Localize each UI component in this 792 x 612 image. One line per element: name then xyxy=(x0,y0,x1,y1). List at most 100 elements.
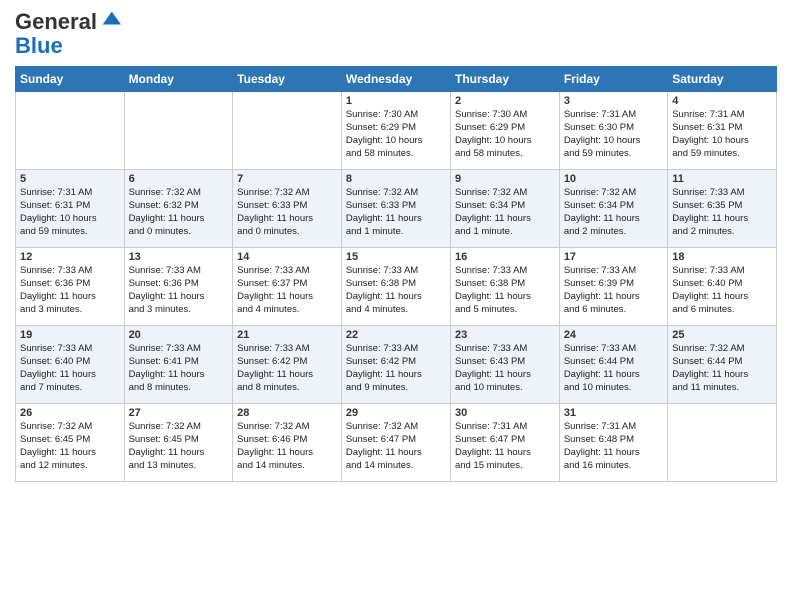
day-info: Sunrise: 7:33 AM Sunset: 6:35 PM Dayligh… xyxy=(672,187,772,238)
calendar-cell: 24 Sunrise: 7:33 AM Sunset: 6:44 PM Dayli… xyxy=(559,326,667,404)
day-number: 6 xyxy=(129,173,229,185)
day-info: Sunrise: 7:31 AM Sunset: 6:31 PM Dayligh… xyxy=(20,187,120,238)
calendar-cell xyxy=(668,404,777,482)
weekday-header-thursday: Thursday xyxy=(450,67,559,92)
day-info: Sunrise: 7:33 AM Sunset: 6:41 PM Dayligh… xyxy=(129,343,229,394)
calendar-cell: 15Sunrise: 7:33 AM Sunset: 6:38 PM Dayli… xyxy=(341,248,450,326)
calendar-cell: 25 Sunrise: 7:32 AM Sunset: 6:44 PM Dayli… xyxy=(668,326,777,404)
calendar-cell: 18 Sunrise: 7:33 AM Sunset: 6:40 PM Dayli… xyxy=(668,248,777,326)
calendar-cell: 1 Sunrise: 7:30 AM Sunset: 6:29 PM Daylig… xyxy=(341,92,450,170)
calendar-week-2: 5 Sunrise: 7:31 AM Sunset: 6:31 PM Daylig… xyxy=(16,170,777,248)
day-number: 2 xyxy=(455,95,555,107)
calendar-cell: 10 Sunrise: 7:32 AM Sunset: 6:34 PM Dayli… xyxy=(559,170,667,248)
day-info: Sunrise: 7:32 AM Sunset: 6:45 PM Dayligh… xyxy=(20,421,120,472)
calendar-cell: 16 Sunrise: 7:33 AM Sunset: 6:38 PM Dayli… xyxy=(450,248,559,326)
main-container: General Blue SundayMondayTuesdayWednesda… xyxy=(0,0,792,612)
day-number: 29 xyxy=(346,407,446,419)
calendar-cell: 23Sunrise: 7:33 AM Sunset: 6:43 PM Dayli… xyxy=(450,326,559,404)
day-number: 3 xyxy=(564,95,663,107)
day-number: 10 xyxy=(564,173,663,185)
day-number: 9 xyxy=(455,173,555,185)
day-number: 21 xyxy=(237,329,337,341)
day-number: 22 xyxy=(346,329,446,341)
calendar-cell: 5 Sunrise: 7:31 AM Sunset: 6:31 PM Daylig… xyxy=(16,170,125,248)
day-info: Sunrise: 7:33 AM Sunset: 6:37 PM Dayligh… xyxy=(237,265,337,316)
day-number: 31 xyxy=(564,407,663,419)
day-info: Sunrise: 7:30 AM Sunset: 6:29 PM Dayligh… xyxy=(455,109,555,160)
day-number: 5 xyxy=(20,173,120,185)
day-info: Sunrise: 7:32 AM Sunset: 6:34 PM Dayligh… xyxy=(564,187,663,238)
day-info: Sunrise: 7:32 AM Sunset: 6:33 PM Dayligh… xyxy=(346,187,446,238)
calendar-cell: 27 Sunrise: 7:32 AM Sunset: 6:45 PM Dayli… xyxy=(124,404,233,482)
day-number: 16 xyxy=(455,251,555,263)
day-number: 1 xyxy=(346,95,446,107)
day-number: 18 xyxy=(672,251,772,263)
weekday-header-tuesday: Tuesday xyxy=(233,67,342,92)
logo-icon xyxy=(99,8,121,30)
day-number: 13 xyxy=(129,251,229,263)
weekday-header-friday: Friday xyxy=(559,67,667,92)
calendar-cell xyxy=(16,92,125,170)
calendar-cell: 19Sunrise: 7:33 AM Sunset: 6:40 PM Dayli… xyxy=(16,326,125,404)
day-info: Sunrise: 7:33 AM Sunset: 6:40 PM Dayligh… xyxy=(20,343,120,394)
calendar-cell: 29 Sunrise: 7:32 AM Sunset: 6:47 PM Dayli… xyxy=(341,404,450,482)
day-info: Sunrise: 7:33 AM Sunset: 6:42 PM Dayligh… xyxy=(237,343,337,394)
calendar-cell: 11Sunrise: 7:33 AM Sunset: 6:35 PM Dayli… xyxy=(668,170,777,248)
calendar-cell: 12Sunrise: 7:33 AM Sunset: 6:36 PM Dayli… xyxy=(16,248,125,326)
day-info: Sunrise: 7:33 AM Sunset: 6:38 PM Dayligh… xyxy=(346,265,446,316)
calendar-table: SundayMondayTuesdayWednesdayThursdayFrid… xyxy=(15,66,777,482)
calendar-week-5: 26 Sunrise: 7:32 AM Sunset: 6:45 PM Dayli… xyxy=(16,404,777,482)
day-number: 17 xyxy=(564,251,663,263)
calendar-cell: 8 Sunrise: 7:32 AM Sunset: 6:33 PM Daylig… xyxy=(341,170,450,248)
calendar-cell xyxy=(124,92,233,170)
day-number: 4 xyxy=(672,95,772,107)
calendar-cell: 21 Sunrise: 7:33 AM Sunset: 6:42 PM Dayli… xyxy=(233,326,342,404)
day-info: Sunrise: 7:32 AM Sunset: 6:47 PM Dayligh… xyxy=(346,421,446,472)
day-info: Sunrise: 7:33 AM Sunset: 6:39 PM Dayligh… xyxy=(564,265,663,316)
day-number: 26 xyxy=(20,407,120,419)
day-info: Sunrise: 7:32 AM Sunset: 6:32 PM Dayligh… xyxy=(129,187,229,238)
weekday-header-monday: Monday xyxy=(124,67,233,92)
calendar-cell: 4 Sunrise: 7:31 AM Sunset: 6:31 PM Daylig… xyxy=(668,92,777,170)
calendar-cell: 30 Sunrise: 7:31 AM Sunset: 6:47 PM Dayli… xyxy=(450,404,559,482)
day-info: Sunrise: 7:32 AM Sunset: 6:33 PM Dayligh… xyxy=(237,187,337,238)
logo: General Blue xyxy=(15,10,121,58)
day-number: 30 xyxy=(455,407,555,419)
day-info: Sunrise: 7:33 AM Sunset: 6:40 PM Dayligh… xyxy=(672,265,772,316)
day-info: Sunrise: 7:32 AM Sunset: 6:45 PM Dayligh… xyxy=(129,421,229,472)
calendar-cell: 20 Sunrise: 7:33 AM Sunset: 6:41 PM Dayli… xyxy=(124,326,233,404)
day-number: 12 xyxy=(20,251,120,263)
calendar-cell: 9Sunrise: 7:32 AM Sunset: 6:34 PM Daylig… xyxy=(450,170,559,248)
day-number: 24 xyxy=(564,329,663,341)
day-number: 20 xyxy=(129,329,229,341)
day-number: 27 xyxy=(129,407,229,419)
day-info: Sunrise: 7:31 AM Sunset: 6:31 PM Dayligh… xyxy=(672,109,772,160)
day-info: Sunrise: 7:33 AM Sunset: 6:36 PM Dayligh… xyxy=(129,265,229,316)
day-info: Sunrise: 7:31 AM Sunset: 6:47 PM Dayligh… xyxy=(455,421,555,472)
day-info: Sunrise: 7:32 AM Sunset: 6:44 PM Dayligh… xyxy=(672,343,772,394)
day-number: 25 xyxy=(672,329,772,341)
day-info: Sunrise: 7:31 AM Sunset: 6:48 PM Dayligh… xyxy=(564,421,663,472)
calendar-cell: 22Sunrise: 7:33 AM Sunset: 6:42 PM Dayli… xyxy=(341,326,450,404)
calendar-week-1: 1 Sunrise: 7:30 AM Sunset: 6:29 PM Daylig… xyxy=(16,92,777,170)
day-number: 7 xyxy=(237,173,337,185)
calendar-cell: 6 Sunrise: 7:32 AM Sunset: 6:32 PM Daylig… xyxy=(124,170,233,248)
day-info: Sunrise: 7:33 AM Sunset: 6:38 PM Dayligh… xyxy=(455,265,555,316)
calendar-cell: 2 Sunrise: 7:30 AM Sunset: 6:29 PM Daylig… xyxy=(450,92,559,170)
calendar-cell: 3 Sunrise: 7:31 AM Sunset: 6:30 PM Daylig… xyxy=(559,92,667,170)
day-number: 8 xyxy=(346,173,446,185)
weekday-header-wednesday: Wednesday xyxy=(341,67,450,92)
calendar-cell: 14Sunrise: 7:33 AM Sunset: 6:37 PM Dayli… xyxy=(233,248,342,326)
logo-blue: Blue xyxy=(15,33,63,58)
day-info: Sunrise: 7:33 AM Sunset: 6:44 PM Dayligh… xyxy=(564,343,663,394)
logo-general: General xyxy=(15,9,97,34)
logo-text: General Blue xyxy=(15,10,121,58)
day-info: Sunrise: 7:30 AM Sunset: 6:29 PM Dayligh… xyxy=(346,109,446,160)
weekday-header-saturday: Saturday xyxy=(668,67,777,92)
day-info: Sunrise: 7:33 AM Sunset: 6:43 PM Dayligh… xyxy=(455,343,555,394)
header: General Blue xyxy=(15,10,777,58)
day-info: Sunrise: 7:32 AM Sunset: 6:46 PM Dayligh… xyxy=(237,421,337,472)
calendar-cell: 28Sunrise: 7:32 AM Sunset: 6:46 PM Dayli… xyxy=(233,404,342,482)
day-info: Sunrise: 7:31 AM Sunset: 6:30 PM Dayligh… xyxy=(564,109,663,160)
calendar-cell: 26 Sunrise: 7:32 AM Sunset: 6:45 PM Dayli… xyxy=(16,404,125,482)
